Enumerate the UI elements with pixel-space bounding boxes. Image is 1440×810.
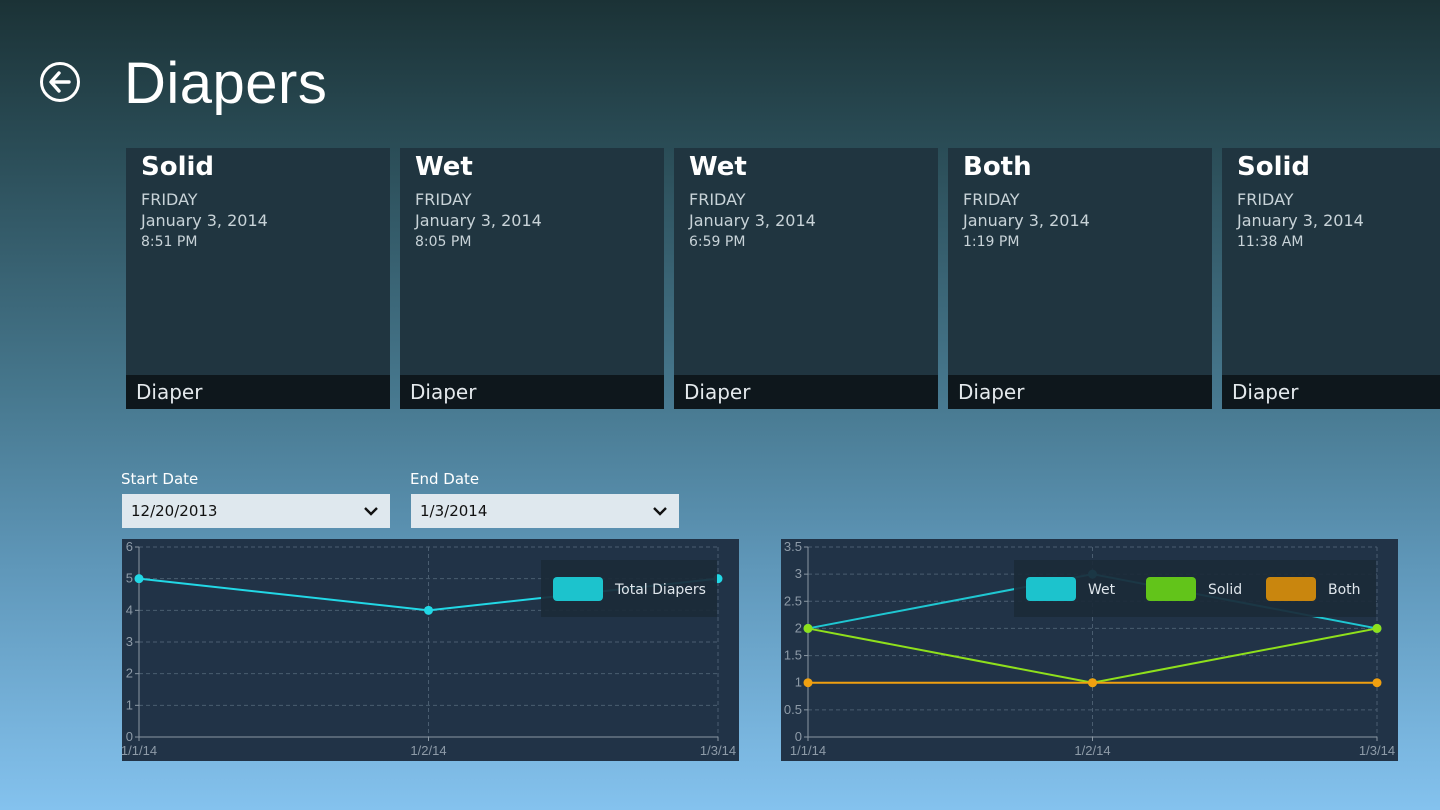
legend-swatch [1146,577,1196,601]
tile-date: January 3, 2014 [963,211,1090,230]
diaper-tile[interactable]: Solid FRIDAY January 3, 2014 8:51 PM Dia… [126,148,390,409]
x-tick-label: 1/1/14 [790,743,826,758]
total-diapers-chart-svg: 0 1 2 3 4 5 6 1/1/14 1/2/14 1/3/14 Total Diapers [122,539,736,758]
tile-date: January 3, 2014 [141,211,268,230]
start-date-select[interactable]: 12/20/2013 [122,494,390,528]
y-tick-label: 3 [126,634,133,649]
x-tick-label: 1/3/14 [700,743,736,758]
y-tick-label: 5 [126,571,133,586]
y-tick-label: 4 [126,602,133,617]
tile-footer: Diaper [400,375,664,409]
diaper-tile[interactable]: Solid FRIDAY January 3, 2014 11:38 AM Di… [1222,148,1440,409]
diaper-type-chart-svg: 0 0.5 1 1.5 2 2.5 3 3.5 1/1/14 1/2/14 1/3/14 Wet Sol… [784,539,1395,758]
diaper-type-chart: 0 0.5 1 1.5 2 2.5 3 3.5 1/1/14 1/2/14 1/3/14 Wet Sol… [781,539,1398,761]
tile-footer-label: Diaper [410,380,477,404]
y-tick-label: 2.5 [784,593,802,608]
data-point [1088,678,1097,688]
tile-footer-label: Diaper [1232,380,1299,404]
x-tick-label: 1/3/14 [1359,743,1395,758]
data-point [803,623,813,633]
diaper-tile[interactable]: Wet FRIDAY January 3, 2014 6:59 PM Diape… [674,148,938,409]
start-date-label: Start Date [121,470,199,488]
data-point [424,605,433,615]
chevron-down-icon [364,507,378,516]
arrow-left-icon [49,71,71,93]
diaper-tile[interactable]: Wet FRIDAY January 3, 2014 8:05 PM Diape… [400,148,664,409]
legend-label: Solid [1208,582,1242,598]
start-date-value: 12/20/2013 [131,502,218,520]
diaper-tile-list: Solid FRIDAY January 3, 2014 8:51 PM Dia… [126,148,1440,410]
total-diapers-chart: 0 1 2 3 4 5 6 1/1/14 1/2/14 1/3/14 Total Diapers [122,539,739,761]
tile-time: 8:51 PM [141,234,198,250]
tile-day: FRIDAY [689,190,746,209]
back-button[interactable] [40,62,80,102]
legend-swatch [1026,577,1076,601]
tile-footer-label: Diaper [958,380,1025,404]
tile-day: FRIDAY [141,190,198,209]
tile-date: January 3, 2014 [415,211,542,230]
x-tick-label: 1/2/14 [410,743,446,758]
tile-time: 6:59 PM [689,234,746,250]
tile-type: Both [963,152,1032,182]
chevron-down-icon [653,507,667,516]
y-tick-label: 0.5 [784,702,802,717]
page-title: Diapers [124,51,328,116]
tile-footer: Diaper [674,375,938,409]
legend-label: Both [1328,582,1361,598]
y-tick-label: 2 [795,620,802,635]
end-date-select[interactable]: 1/3/2014 [411,494,679,528]
y-tick-label: 0 [126,729,133,744]
tile-date: January 3, 2014 [1237,211,1364,230]
y-tick-label: 3.5 [784,539,802,554]
data-point [1372,623,1382,633]
legend-swatch [553,577,603,601]
y-tick-label: 3 [795,566,802,581]
y-tick-label: 6 [126,539,133,554]
tile-day: FRIDAY [1237,190,1294,209]
data-point [803,678,813,688]
y-tick-label: 1.5 [784,648,802,663]
tile-day: FRIDAY [415,190,472,209]
tile-date: January 3, 2014 [689,211,816,230]
legend-label: Wet [1088,582,1116,598]
tile-time: 1:19 PM [963,234,1020,250]
tile-day: FRIDAY [963,190,1020,209]
tile-type: Solid [1237,152,1311,182]
legend-label: Total Diapers [614,582,706,598]
y-tick-label: 1 [795,675,802,690]
end-date-label: End Date [410,470,480,488]
data-point [134,574,144,584]
tile-time: 11:38 AM [1237,234,1304,250]
diaper-tile[interactable]: Both FRIDAY January 3, 2014 1:19 PM Diap… [948,148,1212,409]
tile-footer: Diaper [948,375,1212,409]
data-point [1372,678,1382,688]
y-tick-label: 1 [126,697,133,712]
legend-swatch [1266,577,1316,601]
tile-footer: Diaper [1222,375,1440,409]
y-tick-label: 0 [795,729,802,744]
x-tick-label: 1/2/14 [1074,743,1110,758]
tile-type: Wet [415,152,473,182]
tile-footer-label: Diaper [136,380,203,404]
tile-footer-label: Diaper [684,380,751,404]
tile-time: 8:05 PM [415,234,472,250]
x-tick-label: 1/1/14 [122,743,157,758]
end-date-value: 1/3/2014 [420,502,488,520]
tile-type: Solid [141,152,215,182]
tile-footer: Diaper [126,375,390,409]
y-tick-label: 2 [126,666,133,681]
tile-type: Wet [689,152,747,182]
